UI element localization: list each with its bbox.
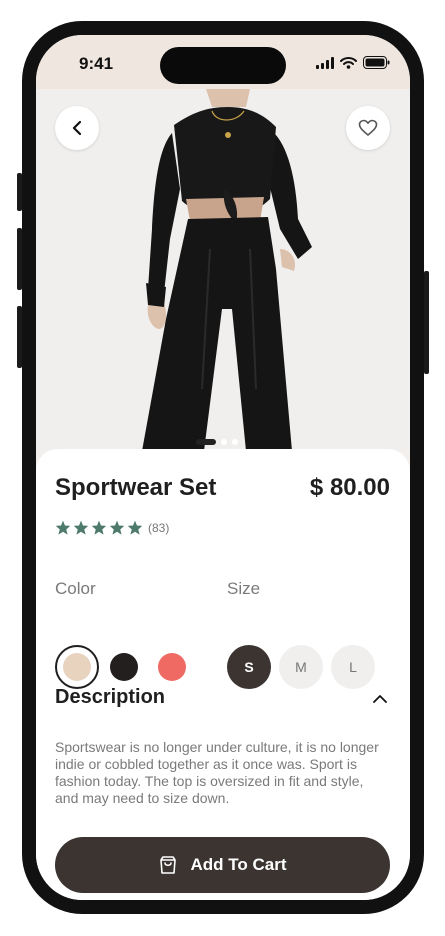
add-to-cart-label: Add To Cart (190, 855, 287, 874)
product-name: Sportwear Set (55, 474, 217, 501)
rating-stars (55, 520, 143, 535)
screen: 9:41 Sportwear Set $ 80.00 (83) Color Si… (36, 35, 410, 900)
page-dot[interactable] (221, 439, 227, 445)
status-bar: 9:41 (36, 35, 410, 89)
heart-icon (358, 119, 378, 136)
product-price: $ 80.00 (309, 474, 390, 501)
star-icon (55, 520, 71, 535)
description-heading[interactable]: Description (55, 686, 165, 709)
star-icon (127, 520, 143, 535)
color-swatch-fill (158, 653, 186, 681)
size-label: Size (227, 579, 261, 598)
star-icon (91, 520, 107, 535)
back-button[interactable] (55, 106, 99, 150)
chevron-left-icon (72, 120, 82, 136)
color-swatch-fill (110, 653, 138, 681)
power-button (424, 271, 429, 374)
volume-down-button (17, 306, 22, 368)
dynamic-island (160, 47, 286, 84)
shopping-bag-icon (160, 856, 177, 874)
color-swatch[interactable] (150, 645, 194, 689)
add-to-cart-button[interactable]: Add To Cart (55, 837, 390, 893)
color-swatch[interactable] (102, 645, 146, 689)
size-option-s[interactable]: S (227, 645, 271, 689)
size-option-l[interactable]: L (331, 645, 375, 689)
signal-icon (316, 56, 334, 69)
chevron-up-icon (373, 695, 387, 703)
mute-switch (17, 173, 22, 211)
image-pagination[interactable] (196, 439, 238, 445)
size-option-m[interactable]: M (279, 645, 323, 689)
battery-icon (363, 56, 390, 69)
color-label: Color (55, 579, 96, 598)
volume-up-button (17, 228, 22, 290)
page-dot[interactable] (232, 439, 238, 445)
page-dot-active[interactable] (196, 439, 216, 445)
favorite-button[interactable] (346, 106, 390, 150)
product-details-sheet: Sportwear Set $ 80.00 (83) Color Size SM… (36, 449, 410, 900)
status-time: 9:41 (79, 54, 114, 73)
wifi-icon (340, 56, 357, 69)
color-swatch-fill (63, 653, 91, 681)
rating-count: (83) (148, 520, 170, 535)
star-icon (73, 520, 89, 535)
color-swatch[interactable] (55, 645, 99, 689)
star-icon (109, 520, 125, 535)
collapse-button[interactable] (372, 691, 388, 709)
product-image[interactable] (36, 89, 410, 451)
description-text: Sportswear is no longer under culture, i… (55, 739, 379, 806)
product-rating[interactable]: (83) (55, 520, 169, 535)
